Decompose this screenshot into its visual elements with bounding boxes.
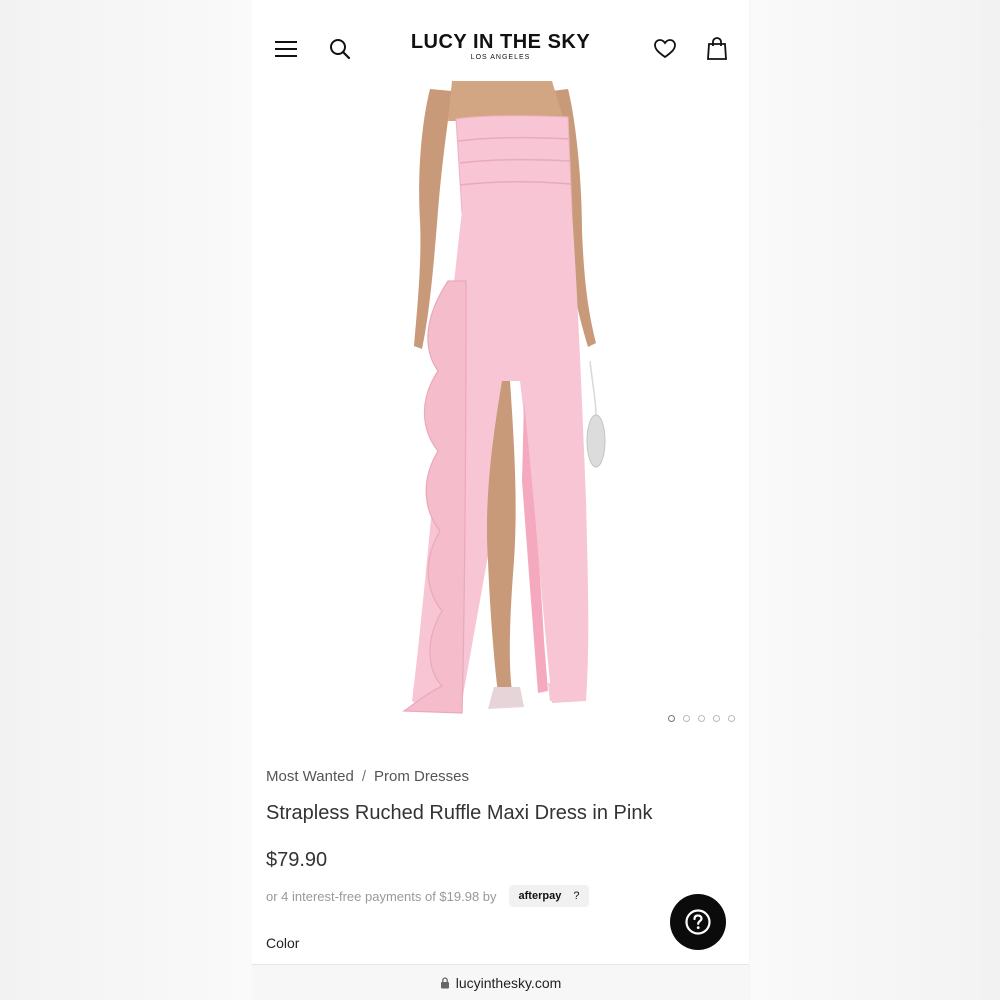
product-price: $79.90 [266,849,328,871]
afterpay-logo: afterpay [518,890,562,902]
product-image[interactable] [252,81,749,736]
question-icon [685,909,711,935]
gallery-dot[interactable] [683,715,690,722]
site-header: LUCY IN THE SKY LOS ANGELES [252,0,749,80]
phone-screen: LUCY IN THE SKY LOS ANGELES Most Wanted … [252,0,749,1000]
bag-icon[interactable] [702,34,732,64]
breadcrumb: Most Wanted / Prom Dresses [266,768,469,785]
afterpay-text: or 4 interest-free payments of $19.98 by [266,888,497,904]
breadcrumb-link-prom-dresses[interactable]: Prom Dresses [374,768,469,785]
color-label: Color [266,935,300,951]
url-text: lucyinthesky.com [455,975,562,991]
breadcrumb-separator: / [361,768,366,785]
gallery-dot[interactable] [698,715,705,722]
dress-illustration [402,81,606,714]
lock-icon [440,977,449,989]
help-button[interactable] [670,894,726,950]
afterpay-help-icon[interactable]: ? [573,890,579,902]
afterpay-info: or 4 interest-free payments of $19.98 by… [266,885,590,907]
gallery-dot[interactable] [728,715,735,722]
breadcrumb-link-most-wanted[interactable]: Most Wanted [266,768,354,785]
gallery-dots [668,715,735,722]
background-right [750,0,1000,1000]
gallery-dot[interactable] [713,715,720,722]
background-left [0,0,252,1000]
afterpay-badge[interactable]: afterpay ? [508,885,590,907]
browser-url-bar[interactable]: lucyinthesky.com [252,964,749,1000]
heart-icon[interactable] [650,34,680,64]
product-title: Strapless Ruched Ruffle Maxi Dress in Pi… [266,802,653,824]
gallery-dot[interactable] [668,715,675,722]
